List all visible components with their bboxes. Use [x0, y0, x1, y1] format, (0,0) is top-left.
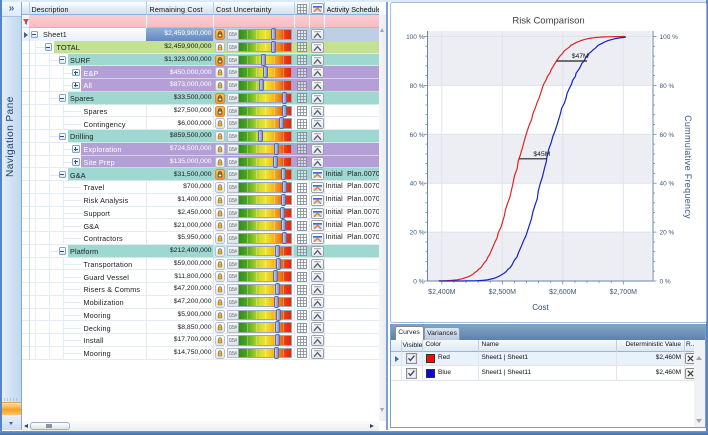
svg-text:Risk Comparison: Risk Comparison — [512, 16, 584, 27]
svg-text:100 %: 100 % — [406, 34, 425, 41]
svg-text:0 %: 0 % — [413, 279, 424, 286]
svg-text:100 %: 100 % — [659, 34, 678, 41]
svg-text:60 %: 60 % — [659, 132, 674, 139]
svg-text:$2,400M: $2,400M — [428, 289, 455, 296]
svg-text:40 %: 40 % — [409, 181, 424, 188]
svg-text:80 %: 80 % — [659, 83, 674, 90]
svg-text:$47M: $47M — [571, 53, 588, 60]
svg-text:80 %: 80 % — [409, 83, 424, 90]
svg-text:Cummulative Frequency: Cummulative Frequency — [683, 115, 693, 219]
svg-text:60 %: 60 % — [409, 132, 424, 139]
svg-text:0 %: 0 % — [659, 279, 670, 286]
svg-text:20 %: 20 % — [659, 230, 674, 237]
svg-text:$45M: $45M — [533, 151, 550, 158]
svg-text:Cost: Cost — [532, 303, 549, 312]
svg-text:$2,600M: $2,600M — [549, 289, 576, 296]
svg-text:$2,700M: $2,700M — [609, 289, 636, 296]
svg-text:40 %: 40 % — [659, 181, 674, 188]
svg-text:$2,500M: $2,500M — [488, 289, 515, 296]
svg-text:20 %: 20 % — [409, 230, 424, 237]
